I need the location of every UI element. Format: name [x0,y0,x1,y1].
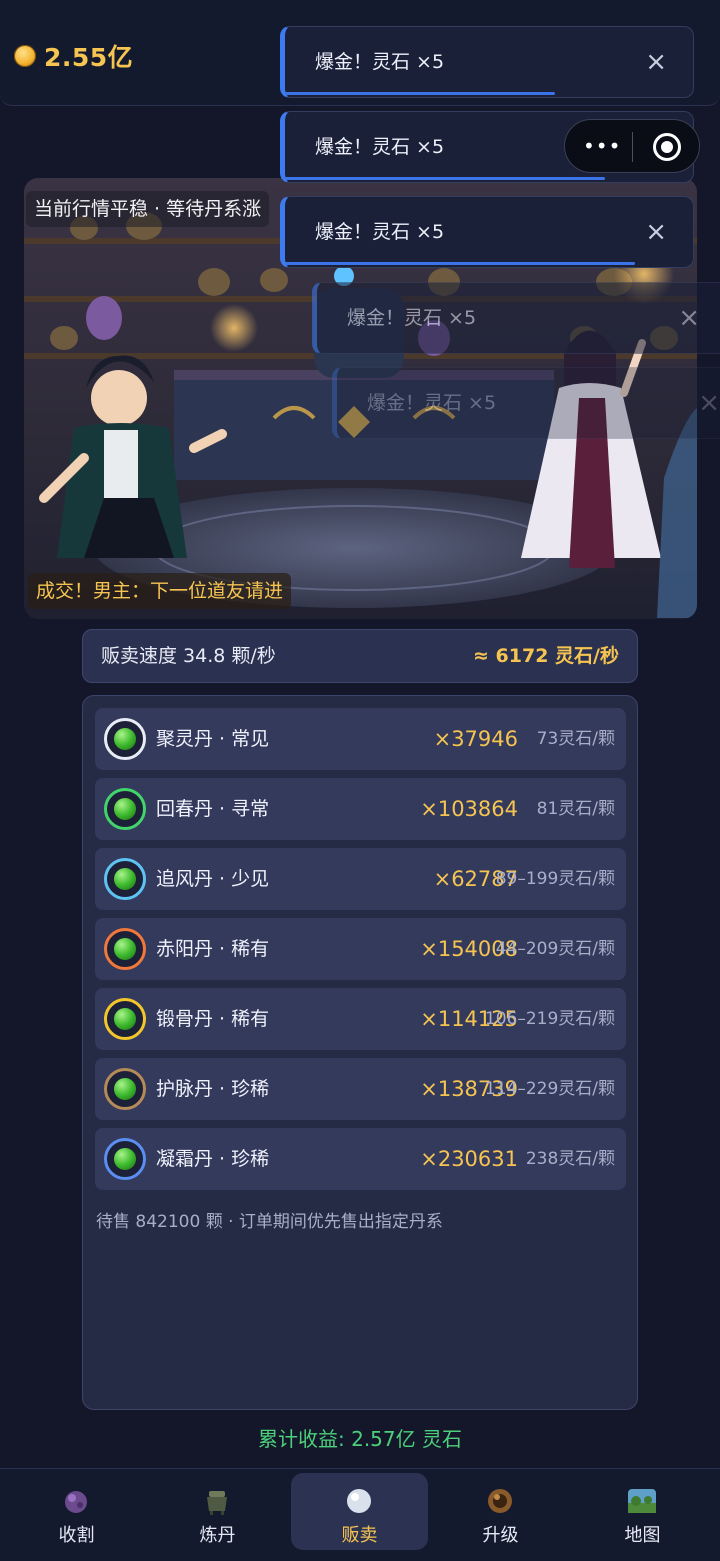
nav-label: 炼丹 [199,1525,236,1546]
close-icon[interactable]: × [645,197,667,267]
pearl-icon [347,1489,371,1513]
toast-timer-bar [285,262,635,265]
toast-text: 爆金！灵石 ×5 [347,307,477,329]
pill-icon [104,998,146,1040]
pill-name: 赤阳丹 · 稀有 [156,938,270,960]
toast-timer-bar [285,92,555,95]
close-icon[interactable]: × [678,283,700,353]
nav-label: 贩卖 [341,1525,378,1546]
pill-inventory-panel: 聚灵丹 · 常见 ×37946 73灵石/颗 回春丹 · 寻常 ×103864 … [82,695,638,1410]
toast-notification[interactable]: 爆金！灵石 ×5 × [332,367,720,439]
nav-label: 收割 [58,1525,95,1546]
more-options-icon[interactable]: ••• [583,134,621,158]
upgrade-orb-icon [488,1489,512,1513]
nav-map[interactable]: 地图 [574,1473,711,1550]
toast-text: 爆金！灵石 ×5 [315,136,445,158]
harvest-icon [65,1491,87,1513]
pill-row[interactable]: 追风丹 · 少见 ×62787 89–199灵石/颗 [95,848,626,910]
pill-price: 114–229灵石/颗 [484,1079,615,1099]
pill-row[interactable]: 回春丹 · 寻常 ×103864 81灵石/颗 [95,778,626,840]
pill-name: 锻骨丹 · 稀有 [156,1008,270,1030]
total-income: 累计收益: 2.57亿 灵石 [258,1427,462,1451]
pill-name: 凝霜丹 · 珍稀 [156,1148,270,1170]
toast-notification[interactable]: 爆金！灵石 ×5 × [280,196,694,268]
pill-price: 81灵石/颗 [536,799,615,819]
nav-alchemy[interactable]: 炼丹 [149,1473,286,1550]
sell-speed-bar: 贩卖速度 34.8 颗/秒 ≈ 6172 灵石/秒 [82,629,638,683]
pill-price: 106–219灵石/颗 [484,1009,615,1029]
nav-sell[interactable]: 贩卖 [291,1473,428,1550]
pill-name: 回春丹 · 寻常 [156,798,270,820]
deal-message: 成交！男主：下一位道友请进 [28,573,292,609]
pill-name: 护脉丹 · 珍稀 [156,1078,270,1100]
bottom-nav: 收割 炼丹 贩卖 升级 地图 [0,1468,720,1561]
pill-quantity: ×37946 [433,727,518,751]
pill-icon [104,928,146,970]
nav-harvest[interactable]: 收割 [8,1473,145,1550]
pill-row[interactable]: 聚灵丹 · 常见 ×37946 73灵石/颗 [95,708,626,770]
cauldron-icon [207,1491,227,1515]
pill-icon [104,718,146,760]
pill-price: 238灵石/颗 [525,1149,615,1169]
pill-icon [104,788,146,830]
pill-icon [104,1138,146,1180]
pill-quantity: ×230631 [420,1147,518,1171]
toast-notification[interactable]: 爆金！灵石 ×5 × [312,282,720,354]
close-miniprogram-icon[interactable] [653,133,681,161]
toast-text: 爆金！灵石 ×5 [315,51,445,73]
pill-row[interactable]: 锻骨丹 · 稀有 ×114125 106–219灵石/颗 [95,988,626,1050]
currency-amount: 2.55亿 [44,43,134,72]
pill-icon [104,1068,146,1110]
toast-notification[interactable]: 爆金！灵石 ×5 × [280,26,694,98]
close-icon[interactable]: × [698,368,720,438]
toast-text: 爆金！灵石 ×5 [367,392,497,414]
income-rate: ≈ 6172 灵石/秒 [473,645,619,667]
currency-display: 2.55亿 [14,38,133,74]
toast-text: 爆金！灵石 ×5 [315,221,445,243]
pill-quantity: ×103864 [420,797,518,821]
sell-speed-label: 贩卖速度 34.8 颗/秒 [101,645,276,667]
pill-price: 44–209灵石/颗 [495,939,615,959]
pill-name: 追风丹 · 少见 [156,868,270,890]
pill-row[interactable]: 凝霜丹 · 珍稀 ×230631 238灵石/颗 [95,1128,626,1190]
nav-label: 地图 [624,1525,661,1546]
pill-icon [104,858,146,900]
pill-price: 73灵石/颗 [536,729,615,749]
pill-row[interactable]: 赤阳丹 · 稀有 ×154008 44–209灵石/颗 [95,918,626,980]
pill-name: 聚灵丹 · 常见 [156,728,270,750]
miniprogram-capsule: ••• [564,119,700,173]
market-status-label: 当前行情平稳 · 等待丹系涨 [26,191,270,227]
toast-timer-bar [285,177,605,180]
nav-label: 升级 [482,1525,519,1546]
capsule-divider [632,132,633,162]
pill-price: 89–199灵石/颗 [495,869,615,889]
nav-upgrade[interactable]: 升级 [432,1473,569,1550]
map-icon [628,1489,656,1513]
close-icon[interactable]: × [645,27,667,97]
pending-sale-note: 待售 842100 颗 · 订单期间优先售出指定丹系 [96,1212,443,1232]
pill-row[interactable]: 护脉丹 · 珍稀 ×138739 114–229灵石/颗 [95,1058,626,1120]
spirit-stone-coin-icon [14,45,36,67]
